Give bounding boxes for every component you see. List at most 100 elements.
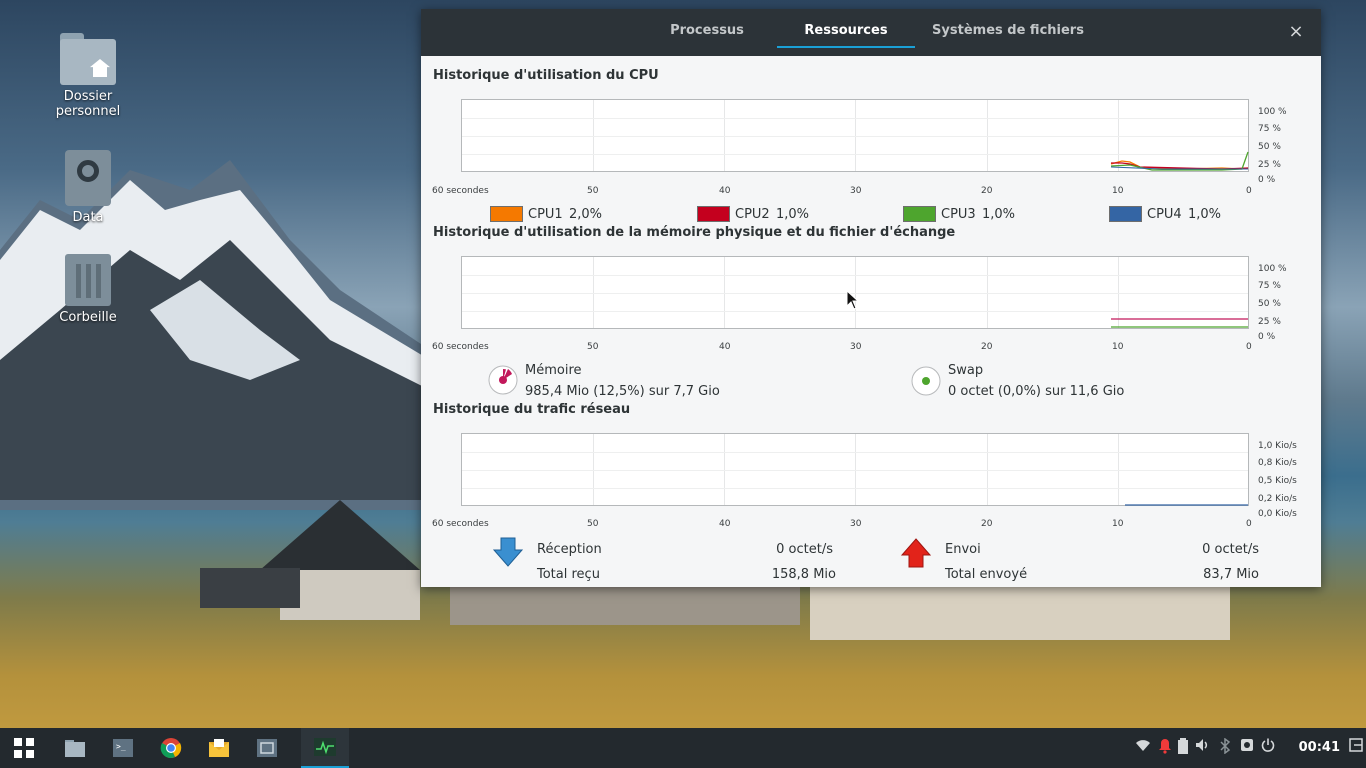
y-tick-label: 50 %: [1258, 142, 1281, 152]
notification-bell-icon[interactable]: [1155, 738, 1175, 758]
x-tick-label: 20: [981, 342, 993, 352]
download-arrow-icon: [493, 537, 523, 567]
cpu1-color-swatch[interactable]: [490, 206, 523, 222]
x-tick-label: 50: [587, 519, 599, 529]
mouse-cursor-icon: [846, 290, 860, 310]
desktop-icon-label: Corbeille: [59, 310, 117, 325]
y-tick-label: 0,5 Kio/s: [1258, 476, 1297, 486]
network-graph: [461, 433, 1249, 506]
cpu-section-title: Historique d'utilisation du CPU: [433, 68, 659, 83]
y-tick-label: 75 %: [1258, 124, 1281, 134]
tab-processes[interactable]: Processus: [657, 9, 757, 56]
y-tick-label: 25 %: [1258, 317, 1281, 327]
battery-icon[interactable]: [1173, 738, 1193, 758]
tab-resources[interactable]: Ressources: [777, 9, 915, 56]
show-desktop-icon[interactable]: [1346, 738, 1366, 758]
cpu1-value: 2,0%: [569, 207, 603, 222]
total-sent-label: Total envoyé: [945, 567, 1028, 582]
home-folder-icon: [60, 33, 116, 85]
x-tick-label: 40: [719, 342, 731, 352]
svg-text:>_: >_: [116, 742, 126, 751]
cpu-graph-lines: [1110, 151, 1249, 171]
drive-icon: [65, 150, 111, 206]
window-titlebar[interactable]: Processus Ressources Systèmes de fichier…: [421, 9, 1321, 56]
y-tick-label: 100 %: [1258, 264, 1287, 274]
swap-pie-icon: [911, 366, 941, 396]
chrome-button[interactable]: [147, 728, 195, 768]
network-graph-lines: [1125, 504, 1248, 506]
memory-value: 985,4 Mio (12,5%) sur 7,7 Gio: [525, 384, 720, 399]
desktop-icon-label: Dossier: [63, 89, 113, 104]
y-tick-label: 0 %: [1258, 175, 1276, 185]
network-section-title: Historique du trafic réseau: [433, 402, 631, 417]
cpu4-color-swatch[interactable]: [1109, 206, 1142, 222]
volume-icon[interactable]: [1193, 738, 1213, 758]
x-tick-label: 20: [981, 519, 993, 529]
apps-grid-button[interactable]: [0, 728, 48, 768]
memory-section-title: Historique d'utilisation de la mémoire p…: [433, 225, 956, 240]
total-received-label: Total reçu: [537, 567, 600, 582]
files-button[interactable]: [51, 728, 99, 768]
cpu2-value: 1,0%: [776, 207, 810, 222]
x-tick-label: 10: [1112, 342, 1124, 352]
desktop-icon-home[interactable]: Dossier personnel: [33, 33, 143, 119]
bluetooth-icon[interactable]: [1215, 737, 1235, 758]
swap-value: 0 octet (0,0%) sur 11,6 Gio: [948, 384, 1125, 399]
cpu3-color-swatch[interactable]: [903, 206, 936, 222]
memory-label: Mémoire: [525, 363, 582, 378]
desktop-icon-trash[interactable]: Corbeille: [33, 250, 143, 325]
x-tick-label: 40: [719, 519, 731, 529]
x-tick-label: 50: [587, 186, 599, 196]
reception-value: 0 octet/s: [776, 542, 833, 557]
x-tick-label: 0: [1246, 519, 1252, 529]
cpu3-value: 1,0%: [982, 207, 1016, 222]
system-monitor-icon: [314, 738, 336, 756]
wifi-icon[interactable]: [1133, 738, 1153, 758]
total-received-value: 158,8 Mio: [771, 567, 836, 582]
x-tick-label: 60 secondes: [432, 342, 489, 352]
mail-button[interactable]: [195, 728, 243, 768]
y-tick-label: 100 %: [1258, 107, 1287, 117]
y-tick-label: 75 %: [1258, 281, 1281, 291]
apps-grid-icon: [14, 738, 34, 758]
cpu4-value: 1,0%: [1188, 207, 1222, 222]
cpu2-color-swatch[interactable]: [697, 206, 730, 222]
x-tick-label: 50: [587, 342, 599, 352]
y-tick-label: 25 %: [1258, 160, 1281, 170]
send-value: 0 octet/s: [1202, 542, 1259, 557]
y-tick-label: 0,0 Kio/s: [1258, 509, 1297, 519]
chrome-icon: [160, 738, 182, 758]
memory-pie-icon: [488, 365, 518, 395]
x-tick-label: 40: [719, 186, 731, 196]
y-tick-label: 1,0 Kio/s: [1258, 441, 1297, 451]
x-tick-label: 60 secondes: [432, 186, 489, 196]
cpu4-label: CPU4: [1147, 207, 1182, 222]
x-tick-label: 30: [850, 519, 862, 529]
send-label: Envoi: [945, 542, 981, 557]
total-sent-value: 83,7 Mio: [1203, 567, 1259, 582]
x-tick-label: 10: [1112, 186, 1124, 196]
taskbar: >_ 00:41: [0, 728, 1366, 768]
reception-label: Réception: [537, 542, 602, 557]
cpu-graph: [461, 99, 1249, 172]
upload-arrow-icon: [901, 538, 931, 568]
desktop-icon-data[interactable]: Data: [33, 150, 143, 225]
desktop-icon-label: Data: [72, 210, 104, 225]
x-tick-label: 60 secondes: [432, 519, 489, 529]
clock[interactable]: 00:41: [1299, 728, 1340, 768]
screenshot-button[interactable]: [243, 728, 291, 768]
close-button[interactable]: ×: [1285, 21, 1307, 43]
y-tick-label: 0 %: [1258, 332, 1276, 342]
cpu3-label: CPU3: [941, 207, 976, 222]
cpu2-label: CPU2: [735, 207, 770, 222]
files-icon: [65, 740, 85, 757]
tab-filesystems[interactable]: Systèmes de fichiers: [928, 9, 1088, 56]
system-monitor-window: Processus Ressources Systèmes de fichier…: [421, 9, 1321, 587]
power-icon[interactable]: [1258, 738, 1278, 758]
terminal-button[interactable]: >_: [99, 728, 147, 768]
screen-icon[interactable]: [1237, 738, 1257, 758]
system-monitor-button[interactable]: [301, 728, 349, 768]
cpu1-label: CPU1: [528, 207, 563, 222]
swap-label: Swap: [948, 363, 984, 378]
y-tick-label: 0,2 Kio/s: [1258, 494, 1297, 504]
